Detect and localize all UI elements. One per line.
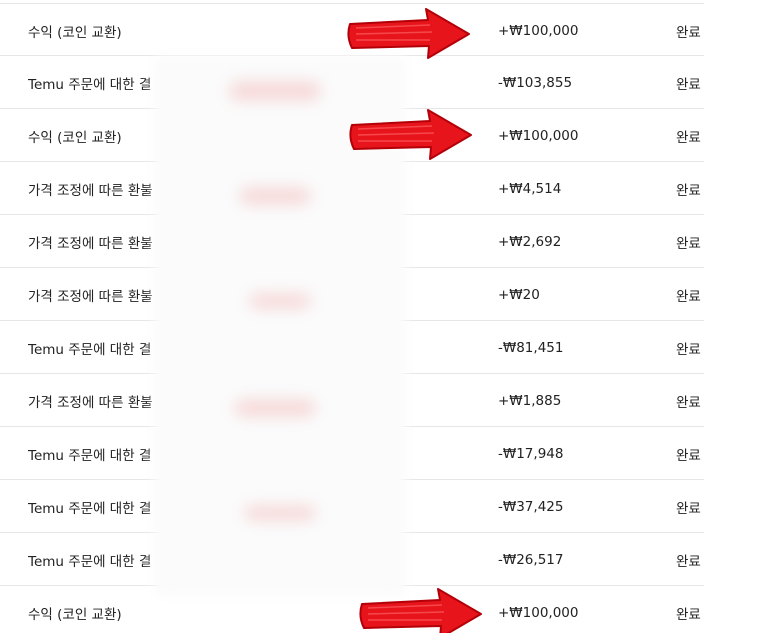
transaction-amount: -₩17,948: [498, 445, 564, 462]
transaction-status: 완료: [676, 394, 701, 411]
transaction-status: 완료: [676, 553, 701, 570]
table-row[interactable]: 수익 (코인 교환) +₩100,000 완료: [0, 586, 704, 633]
transaction-amount: +₩100,000: [498, 127, 579, 144]
transaction-status: 완료: [676, 129, 701, 146]
transaction-description: 수익 (코인 교환): [28, 24, 122, 41]
transaction-status: 완료: [676, 24, 701, 41]
transaction-status: 완료: [676, 76, 701, 93]
transaction-status: 완료: [676, 341, 701, 358]
transaction-amount: +₩1,885: [498, 392, 562, 409]
transaction-amount: +₩100,000: [498, 604, 579, 621]
red-arrow-right-icon: [349, 109, 472, 160]
transaction-status: 완료: [676, 500, 701, 517]
red-arrow-right-icon: [359, 588, 482, 633]
transaction-amount: -₩81,451: [498, 339, 564, 356]
transaction-history: 수익 (코인 교환) +₩100,000 완료 Temu 주문에 대한 결 -₩103,…: [0, 0, 771, 633]
transaction-status: 완료: [676, 288, 701, 305]
transaction-amount: +₩4,514: [498, 180, 562, 197]
transaction-description: 수익 (코인 교환): [28, 606, 122, 623]
transaction-status: 완료: [676, 447, 701, 464]
transaction-amount: -₩26,517: [498, 551, 564, 568]
transaction-amount: +₩100,000: [498, 22, 579, 39]
transaction-amount: +₩2,692: [498, 233, 562, 250]
transaction-amount: -₩37,425: [498, 498, 564, 515]
transaction-amount: -₩103,855: [498, 74, 573, 91]
transaction-status: 완료: [676, 182, 701, 199]
transaction-status: 완료: [676, 606, 701, 623]
red-arrow-right-icon: [347, 8, 470, 59]
transaction-amount: +₩20: [498, 286, 540, 303]
transaction-status: 완료: [676, 235, 701, 252]
